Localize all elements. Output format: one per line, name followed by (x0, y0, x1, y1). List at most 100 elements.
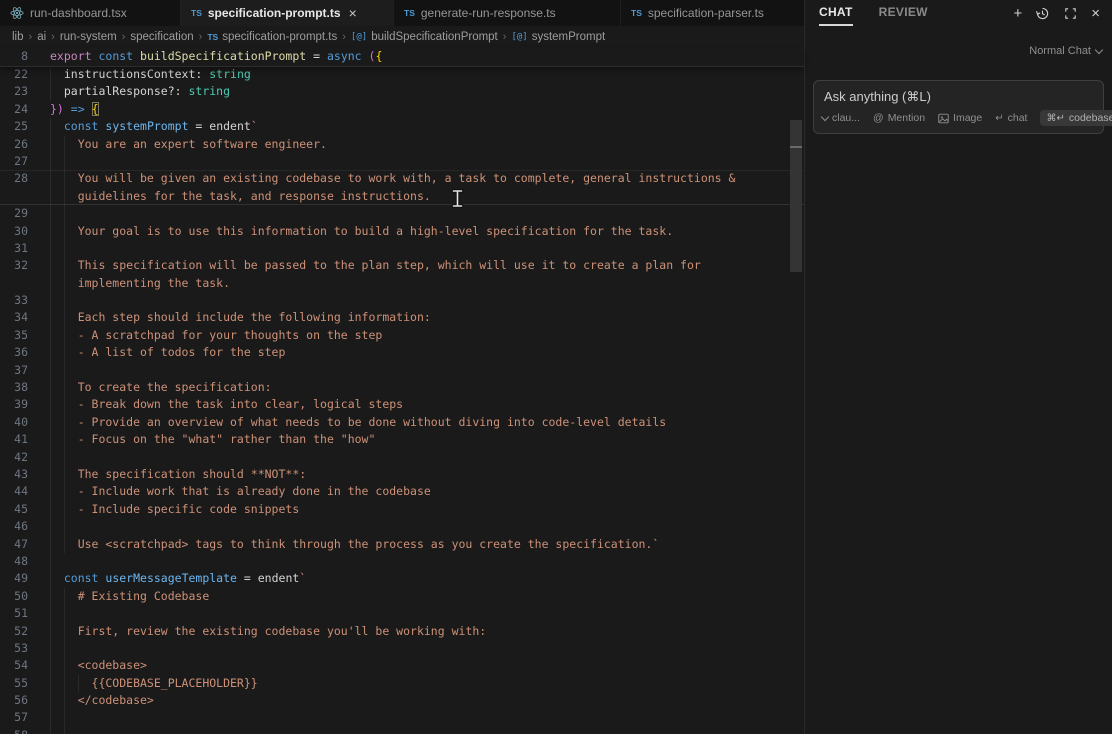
scrollbar-thumb[interactable] (790, 120, 802, 272)
chat-panel: CHAT REVIEW + × Normal Chat Ask anything… (804, 0, 1112, 734)
history-icon[interactable] (1035, 6, 1050, 21)
code-token: buildSpecificationPrompt (140, 49, 307, 63)
code-line-wrap[interactable]: implementing the task. (0, 274, 804, 293)
code-token: Your goal is to use this information to … (50, 223, 674, 238)
code-line[interactable]: 42 (0, 448, 804, 466)
tab-run-dashboard[interactable]: run-dashboard.tsx (0, 0, 181, 26)
code-line[interactable]: 47 Use <scratchpad> tags to think throug… (0, 535, 804, 553)
code-line[interactable]: 30 Your goal is to use this information … (0, 222, 804, 240)
code-line[interactable]: 31 (0, 239, 804, 258)
breadcrumb-item[interactable]: specification (130, 31, 193, 43)
breadcrumb-item[interactable]: run-system (60, 31, 117, 43)
maximize-icon[interactable] (1063, 6, 1078, 21)
code-token: const (63, 119, 106, 134)
tab-chat[interactable]: CHAT (819, 0, 853, 26)
typescript-icon: TS (631, 8, 642, 18)
code-line[interactable]: 23 partialResponse?: string (0, 83, 804, 101)
code-line[interactable]: 32 This specification will be passed to … (0, 257, 804, 275)
code-token: - Focus on the "what" rather than the "h… (50, 432, 376, 447)
code-line[interactable]: 56 </codebase> (0, 692, 804, 710)
breadcrumb-item-file[interactable]: TS specification-prompt.ts (207, 31, 337, 43)
line-number (0, 188, 28, 205)
code-line[interactable]: 34 Each step should include the followin… (0, 309, 804, 327)
image-button[interactable]: Image (938, 112, 982, 124)
code-line[interactable]: 55 {{CODEBASE_PLACEHOLDER}} (0, 674, 804, 693)
code-token: - A scratchpad for your thoughts on the … (50, 327, 383, 342)
code-token: = (306, 49, 327, 63)
code-line[interactable]: 58 (0, 726, 804, 734)
new-chat-icon[interactable]: + (1013, 6, 1022, 21)
mention-button[interactable]: @ Mention (873, 112, 925, 124)
breadcrumb-item[interactable]: lib (12, 31, 24, 43)
code-line[interactable]: 26 You are an expert software engineer. (0, 135, 804, 153)
code-line[interactable]: 51 (0, 605, 804, 623)
symbol-icon: [@] (511, 32, 528, 42)
return-key-icon: ↵ (995, 112, 1004, 124)
breadcrumb-item-symbol[interactable]: [@] systemPrompt (511, 31, 605, 43)
code-line[interactable]: 41 - Focus on the "what" rather than the… (0, 431, 804, 449)
tab-generate-run-response[interactable]: TS generate-run-response.ts (394, 0, 621, 26)
indent-guide (50, 605, 51, 623)
model-selector[interactable]: clau... (820, 112, 860, 124)
breadcrumb-item-symbol[interactable]: [@] buildSpecificationPrompt (351, 31, 498, 43)
code-line[interactable]: 54 <codebase> (0, 657, 804, 675)
code-token: </codebase> (50, 693, 154, 708)
code-token: { (91, 101, 99, 116)
code-line[interactable]: 48 (0, 552, 804, 571)
line-number: 56 (14, 693, 28, 708)
indent-guide (64, 709, 65, 727)
breadcrumb-separator: › (51, 31, 55, 43)
code-line[interactable]: 52 First, review the existing codebase y… (0, 622, 804, 640)
code-line[interactable]: 38 To create the specification: (0, 379, 804, 397)
code-line[interactable]: 44 - Include work that is already done i… (0, 483, 804, 501)
code-line[interactable]: 50 # Existing Codebase (0, 587, 804, 606)
line-number: 36 (14, 345, 28, 360)
code-line[interactable]: 24}) => { (0, 101, 804, 118)
tab-review[interactable]: REVIEW (879, 0, 928, 26)
code-line[interactable]: 29 (0, 205, 804, 223)
tab-specification-prompt[interactable]: TS specification-prompt.ts × (181, 0, 394, 26)
chat-input-box[interactable]: Ask anything (⌘L) clau... @ Mention Imag… (813, 80, 1112, 134)
code-line[interactable]: 8 export const buildSpecificationPrompt =… (0, 48, 804, 65)
code-line[interactable]: 36 - A list of todos for the step (0, 344, 804, 362)
code-token: You are an expert software engineer. (50, 136, 327, 151)
indent-guide (64, 292, 65, 310)
code-line-wrap[interactable]: guidelines for the task, and response in… (0, 187, 804, 206)
code-line[interactable]: 57 (0, 709, 804, 727)
code-line[interactable]: 35 - A scratchpad for your thoughts on t… (0, 326, 804, 345)
code-line[interactable]: 33 (0, 292, 804, 310)
codebase-button[interactable]: ⌘↵ codebase (1040, 110, 1112, 126)
code-line[interactable]: 43 The specification should **NOT**: (0, 465, 804, 484)
close-panel-icon[interactable]: × (1091, 6, 1100, 21)
breadcrumb-item[interactable]: ai (37, 31, 46, 43)
indent-guide (50, 709, 51, 727)
line-number: 31 (14, 240, 28, 255)
sticky-scroll-line[interactable]: 8 export const buildSpecificationPrompt =… (0, 48, 804, 67)
code-line[interactable]: 37 (0, 361, 804, 380)
line-number: 44 (14, 484, 28, 499)
code-area[interactable]: 22 instructionsContext: string 23 partial… (0, 66, 804, 734)
send-chat-button[interactable]: ↵ chat (995, 112, 1027, 124)
code-token: The specification should **NOT**: (50, 466, 307, 481)
editor-scrollbar[interactable] (790, 0, 802, 734)
code-line[interactable]: 39 - Break down the task into clear, log… (0, 396, 804, 414)
close-icon[interactable]: × (349, 5, 357, 21)
code-line[interactable]: 45 - Include specific code snippets (0, 500, 804, 519)
indent-guide (50, 361, 51, 380)
code-line[interactable]: 46 (0, 518, 804, 536)
chat-mode-selector[interactable]: Normal Chat (1029, 45, 1104, 57)
code-line[interactable]: 40 - Provide an overview of what needs t… (0, 413, 804, 432)
tab-specification-parser[interactable]: TS specification-parser.ts (621, 0, 793, 26)
code-line[interactable]: 49 const userMessageTemplate = endent` (0, 570, 804, 588)
chat-input-placeholder[interactable]: Ask anything (⌘L) (824, 89, 1093, 105)
code-line[interactable]: 28 You will be given an existing codebas… (0, 170, 804, 188)
code-line[interactable]: 27 (0, 152, 804, 171)
line-number: 23 (14, 84, 28, 99)
image-icon (938, 113, 949, 123)
code-line[interactable]: 25 const systemPrompt = endent` (0, 118, 804, 136)
code-line[interactable]: 53 (0, 639, 804, 658)
indent-guide (64, 639, 65, 658)
code-line[interactable]: 22 instructionsContext: string (0, 66, 804, 84)
indent-guide (50, 518, 51, 536)
